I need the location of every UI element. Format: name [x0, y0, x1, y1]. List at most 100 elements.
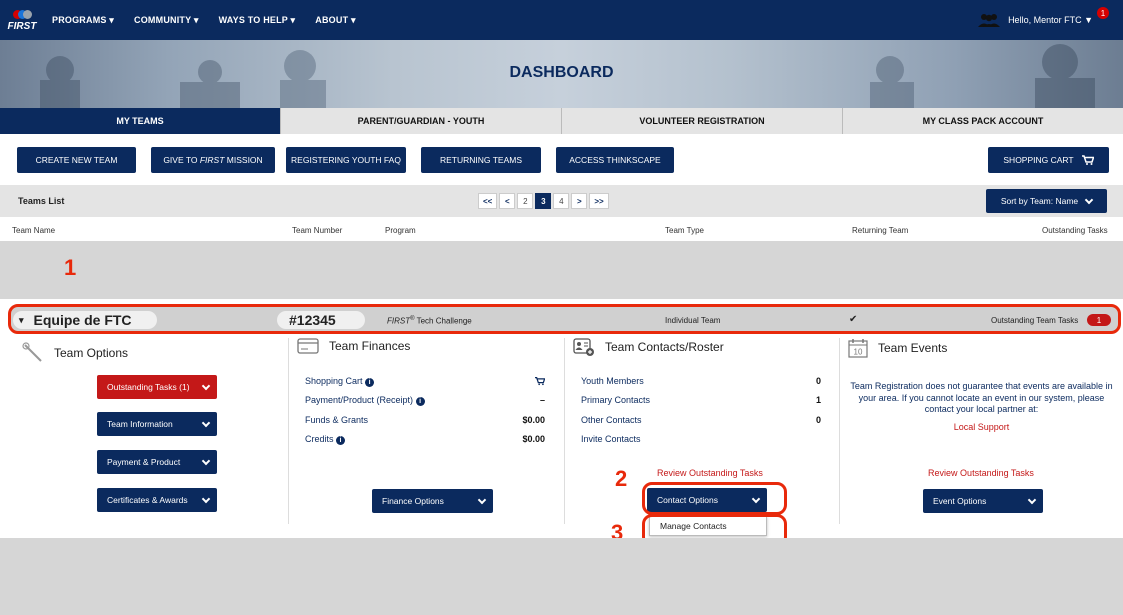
other-contacts-link[interactable]: Other Contacts	[581, 415, 642, 425]
calendar-day: 10	[854, 348, 863, 357]
outstanding-tasks-badge[interactable]: 1	[1087, 314, 1111, 326]
teams-list-toolbar: Teams List << < 2 3 4 > >> Sort by Team:…	[0, 185, 1123, 217]
team-information-dropdown[interactable]: Team Information	[97, 412, 217, 436]
page-3-button[interactable]: 3	[535, 193, 552, 209]
col-returning-team[interactable]: Returning Team	[852, 226, 908, 235]
credits-label: Credits	[305, 434, 334, 444]
finance-options-dropdown[interactable]: Finance Options	[372, 489, 493, 513]
page-2-button[interactable]: 2	[517, 193, 534, 209]
cart-icon	[1081, 155, 1094, 165]
chevron-down-icon	[201, 456, 211, 465]
certificates-awards-dropdown[interactable]: Certificates & Awards	[97, 488, 217, 512]
info-icon[interactable]: i	[415, 397, 425, 406]
program-first: FIRST	[387, 316, 411, 326]
shopping-cart-button[interactable]: SHOPPING CART	[988, 147, 1109, 173]
teams-list-label: Teams List	[18, 196, 65, 206]
credits-link[interactable]: Credits i	[305, 434, 346, 445]
col-outstanding-tasks[interactable]: Outstanding Tasks	[1042, 226, 1108, 235]
nav-ways-to-help[interactable]: WAYS TO HELP ▾	[219, 15, 296, 26]
first-page-button[interactable]: <<	[478, 193, 498, 209]
event-options-label: Event Options	[933, 496, 987, 506]
chevron-down-icon	[201, 494, 211, 503]
next-page-button[interactable]: >	[571, 193, 588, 209]
funds-grants-value: $0.00	[522, 415, 545, 425]
sort-label: Sort by Team: Name	[1000, 196, 1079, 206]
other-contacts-count: 0	[815, 415, 821, 425]
notification-badge[interactable]: 1	[1097, 7, 1109, 19]
payment-receipt-link[interactable]: Payment/Product (Receipt) i	[305, 395, 425, 406]
give-to-first-mission-button[interactable]: GIVE TO FIRST MISSION	[151, 147, 275, 173]
page-title: DASHBOARD	[509, 64, 614, 81]
outstanding-tasks-dropdown[interactable]: Outstanding Tasks (1)	[97, 375, 217, 399]
chevron-down-icon	[1027, 495, 1037, 504]
payment-receipt-value: –	[539, 395, 545, 405]
team-number: #12345	[277, 311, 365, 329]
team-program: FIRST® Tech Challenge	[387, 316, 472, 326]
primary-contacts-link[interactable]: Primary Contacts	[581, 395, 650, 405]
youth-members-link[interactable]: Youth Members	[581, 376, 644, 386]
collapse-caret-icon[interactable]: ▾	[19, 315, 24, 326]
chevron-down-icon	[477, 495, 487, 504]
annotation-1: 1	[64, 255, 77, 280]
payment-product-label: Payment & Product	[107, 457, 181, 467]
nav-about[interactable]: ABOUT ▾	[315, 15, 355, 26]
list-spacer	[0, 241, 1123, 299]
team-table-header: Team Name Team Number Program Team Type …	[0, 223, 1123, 239]
invite-contacts-link[interactable]: Invite Contacts	[581, 434, 641, 444]
page-4-button[interactable]: 4	[553, 193, 570, 209]
col-team-number[interactable]: Team Number	[292, 226, 342, 235]
calendar-icon: 10	[848, 339, 868, 358]
col-team-name[interactable]: Team Name	[12, 226, 55, 235]
dashboard-banner: DASHBOARD	[0, 40, 1123, 108]
shopping-cart-label: SHOPPING CART	[1003, 155, 1074, 165]
nav-community[interactable]: COMMUNITY ▾	[134, 15, 199, 26]
team-type: Individual Team	[665, 316, 721, 325]
review-outstanding-tasks-link[interactable]: Review Outstanding Tasks	[635, 468, 785, 478]
last-page-button[interactable]: >>	[589, 193, 609, 209]
credits-value: $0.00	[522, 434, 545, 444]
team-options-panel: Team Options Outstanding Tasks (1) Team …	[0, 338, 288, 524]
prev-page-button[interactable]: <	[499, 193, 516, 209]
event-options-dropdown[interactable]: Event Options	[923, 489, 1043, 513]
shopping-cart-link[interactable]: Shopping Cart i	[305, 376, 375, 387]
review-outstanding-tasks-link[interactable]: Review Outstanding Tasks	[906, 468, 1056, 478]
team-row[interactable]: ▾ Equipe de FTC #12345 FIRST® Tech Chall…	[8, 304, 1121, 334]
pagination: << < 2 3 4 > >>	[478, 193, 611, 209]
cart-icon[interactable]	[535, 376, 545, 386]
first-logo[interactable]: FIRST	[0, 0, 44, 40]
payment-receipt-label: Payment/Product (Receipt)	[305, 395, 414, 405]
tab-parent-guardian-youth[interactable]: PARENT/GUARDIAN - YOUTH	[280, 108, 561, 134]
program-name: Tech Challenge	[414, 316, 472, 326]
col-program[interactable]: Program	[385, 226, 416, 235]
events-notice: Team Registration does not guarantee tha…	[850, 381, 1113, 415]
info-icon[interactable]: i	[365, 378, 375, 387]
tab-volunteer-registration[interactable]: VOLUNTEER REGISTRATION	[561, 108, 842, 134]
team-events-panel: 10 Team Events Team Registration does no…	[840, 338, 1123, 524]
tab-my-teams[interactable]: MY TEAMS	[0, 108, 280, 134]
wrench-icon	[22, 342, 42, 362]
finance-options-label: Finance Options	[382, 496, 444, 506]
certificates-awards-label: Certificates & Awards	[107, 495, 188, 505]
annotation-circle-contact-options	[642, 482, 787, 515]
chevron-down-icon	[1084, 195, 1094, 204]
create-new-team-button[interactable]: CREATE NEW TEAM	[17, 147, 136, 173]
sort-dropdown[interactable]: Sort by Team: Name	[986, 189, 1107, 213]
annotation-2: 2	[615, 466, 628, 491]
returning-teams-button[interactable]: RETURNING TEAMS	[421, 147, 541, 173]
registering-youth-faq-button[interactable]: REGISTERING YOUTH FAQ	[286, 147, 406, 173]
local-support-link[interactable]: Local Support	[910, 422, 1053, 432]
nav-programs[interactable]: PROGRAMS ▾	[52, 15, 114, 26]
access-thinkscape-button[interactable]: ACCESS THINKSCAPE	[556, 147, 674, 173]
shopping-cart-row-label: Shopping Cart	[305, 376, 363, 386]
give-prefix: GIVE TO	[163, 155, 200, 165]
user-menu[interactable]: Hello, Mentor FTC ▼ 1	[978, 0, 1109, 40]
funds-grants-label[interactable]: Funds & Grants	[305, 415, 368, 425]
info-icon[interactable]: i	[336, 436, 346, 445]
col-team-type[interactable]: Team Type	[665, 226, 704, 235]
tab-my-class-pack-account[interactable]: MY CLASS PACK ACCOUNT	[842, 108, 1123, 134]
credit-card-icon	[297, 338, 319, 354]
team-finances-panel: Team Finances Shopping Cart i Payment/Pr…	[289, 338, 564, 524]
chevron-down-icon	[201, 418, 211, 427]
team-contacts-heading: Team Contacts/Roster	[573, 338, 724, 356]
payment-product-dropdown[interactable]: Payment & Product	[97, 450, 217, 474]
